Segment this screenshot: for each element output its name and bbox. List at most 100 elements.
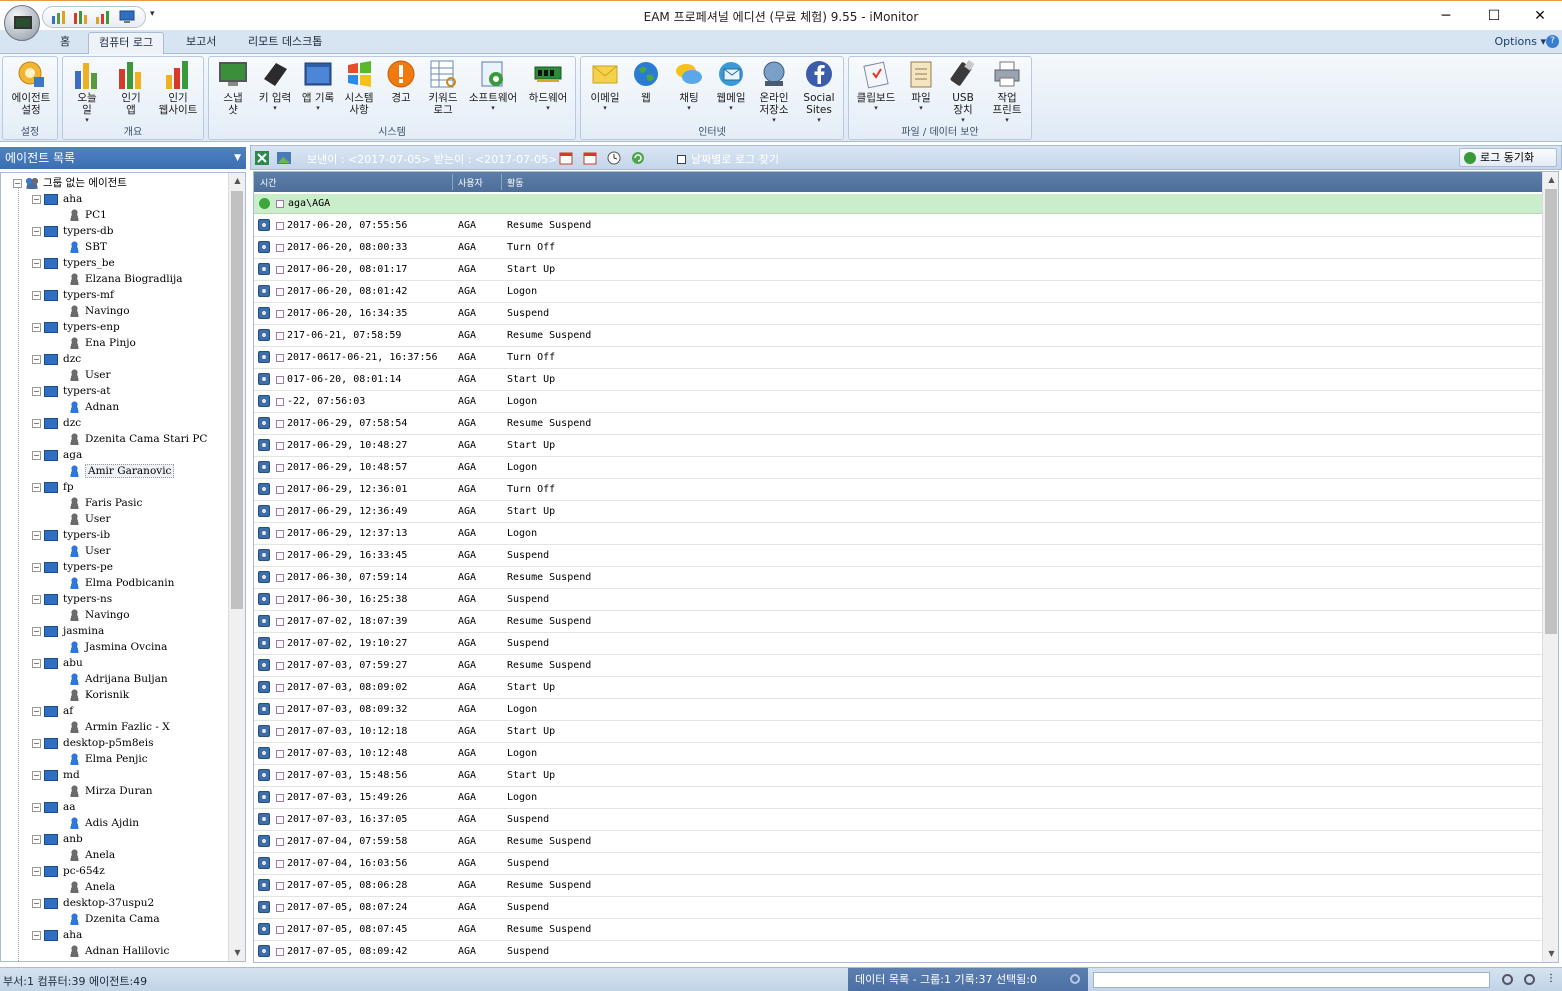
tree-user[interactable]: User <box>69 511 110 527</box>
table-row[interactable]: 2017-07-03, 10:12:48 AGA Logon <box>254 743 1543 765</box>
excel-export-icon[interactable] <box>255 151 269 165</box>
tree-user[interactable]: Dzenita Cama Stari PC <box>69 431 207 447</box>
collapse-icon[interactable]: − <box>32 482 41 492</box>
tree-user[interactable]: Adnan Halilovic <box>69 943 169 959</box>
table-row[interactable]: 2017-07-05, 08:09:42 AGA Suspend <box>254 941 1543 962</box>
column-time[interactable]: 시간 <box>260 176 277 189</box>
table-row[interactable]: 2017-06-20, 08:00:33 AGA Turn Off <box>254 237 1543 259</box>
table-row[interactable]: 2017-07-03, 16:37:05 AGA Suspend <box>254 809 1543 831</box>
tree-user[interactable]: User <box>69 543 110 559</box>
software-button[interactable]: 소프트웨어 ▾ <box>465 59 521 112</box>
expand-icon[interactable] <box>259 198 270 209</box>
tree-user[interactable]: Adrijana Buljan <box>69 671 168 687</box>
row-checkbox[interactable] <box>276 486 284 494</box>
collapse-icon[interactable]: − <box>32 530 41 540</box>
search-by-date-checkbox[interactable]: 날짜별로 로그 찾기 <box>677 151 779 167</box>
tree-computer[interactable]: − aga <box>32 447 82 463</box>
zoom-handle-icon[interactable]: ⋮ <box>1546 973 1556 984</box>
row-checkbox[interactable] <box>276 816 284 824</box>
tree-computer[interactable]: − jasmina <box>32 623 104 639</box>
email-button[interactable]: 이메일 ▾ <box>585 59 625 112</box>
print-jobs-button[interactable]: 작업 프린트 ▾ <box>985 59 1029 124</box>
table-row[interactable]: 2017-07-04, 07:59:58 AGA Resume Suspend <box>254 831 1543 853</box>
table-row[interactable]: 2017-06-20, 16:34:35 AGA Suspend <box>254 303 1543 325</box>
table-row[interactable]: 2017-07-02, 18:07:39 AGA Resume Suspend <box>254 611 1543 633</box>
row-checkbox[interactable] <box>276 222 284 230</box>
collapse-icon[interactable]: − <box>32 626 41 636</box>
web-button[interactable]: 웹 <box>627 59 665 104</box>
tree-computer[interactable]: − typers-db <box>32 223 114 239</box>
table-row[interactable]: 2017-06-30, 07:59:14 AGA Resume Suspend <box>254 567 1543 589</box>
tree-computer[interactable]: − desktop-37uspu2 <box>32 895 154 911</box>
table-row[interactable]: 2017-06-29, 10:48:27 AGA Start Up <box>254 435 1543 457</box>
keyword-log-button[interactable]: 키워드 로그 <box>421 59 465 116</box>
app-logo-icon[interactable] <box>4 5 40 41</box>
row-checkbox[interactable] <box>276 794 284 802</box>
tree-root[interactable]: − 그룹 없는 에이전트 <box>13 175 127 191</box>
refresh-icon[interactable] <box>631 151 645 165</box>
scroll-up-icon[interactable]: ▲ <box>1543 172 1558 188</box>
table-row[interactable]: 2017-07-03, 07:59:27 AGA Resume Suspend <box>254 655 1543 677</box>
table-row[interactable]: 2017-06-30, 16:25:38 AGA Suspend <box>254 589 1543 611</box>
tree-user[interactable]: Mirza Duran <box>69 783 152 799</box>
collapse-icon[interactable]: − <box>32 418 41 428</box>
table-row[interactable]: 2017-07-03, 10:12:18 AGA Start Up <box>254 721 1543 743</box>
tree-user[interactable]: Elma Podbicanin <box>69 575 174 591</box>
table-row[interactable]: 2017-07-05, 08:07:45 AGA Resume Suspend <box>254 919 1543 941</box>
row-checkbox[interactable] <box>276 552 284 560</box>
grid-scrollbar[interactable]: ▲ ▼ <box>1542 172 1558 962</box>
collapse-icon[interactable]: − <box>32 770 41 780</box>
row-checkbox[interactable] <box>276 310 284 318</box>
status-search-input[interactable] <box>1093 972 1490 988</box>
row-checkbox[interactable] <box>276 838 284 846</box>
tree-user[interactable]: User <box>69 367 110 383</box>
collapse-icon[interactable]: − <box>32 594 41 604</box>
close-button[interactable]: ✕ <box>1525 5 1555 27</box>
row-checkbox[interactable] <box>276 728 284 736</box>
collapse-icon[interactable]: − <box>32 898 41 908</box>
tree-user[interactable]: Anela <box>69 847 115 863</box>
table-row[interactable]: 2017-07-05, 08:07:24 AGA Suspend <box>254 897 1543 919</box>
collapse-icon[interactable]: − <box>32 354 41 364</box>
row-checkbox[interactable] <box>276 420 284 428</box>
collapse-icon[interactable]: − <box>32 834 41 844</box>
snapshot-button[interactable]: 스냅 샷 <box>213 59 253 116</box>
tree-user[interactable]: Navingo <box>69 303 130 319</box>
file-button[interactable]: 파일 ▾ <box>901 59 941 112</box>
agent-list-header[interactable]: 에이전트 목록 ▼ <box>0 147 246 169</box>
table-row[interactable]: 2017-06-20, 07:55:56 AGA Resume Suspend <box>254 215 1543 237</box>
tree-computer[interactable]: − typers-ib <box>32 527 110 543</box>
tree-scrollbar[interactable]: ▲ ▼ <box>228 173 245 961</box>
table-row[interactable]: 2017-07-04, 16:03:56 AGA Suspend <box>254 853 1543 875</box>
tree-user[interactable]: Korisnik <box>69 687 129 703</box>
tree-computer[interactable]: − aha <box>32 191 82 207</box>
table-row[interactable]: -22, 07:56:03 AGA Logon <box>254 391 1543 413</box>
table-row[interactable]: 2017-06-29, 12:36:01 AGA Turn Off <box>254 479 1543 501</box>
row-checkbox[interactable] <box>276 200 284 208</box>
tree-user[interactable]: PC1 <box>69 207 107 223</box>
maximize-button[interactable]: ☐ <box>1479 5 1509 27</box>
sync-logs-button[interactable]: 로그 동기화 <box>1459 148 1557 167</box>
zoom-out-icon[interactable] <box>1502 974 1513 985</box>
tree-user[interactable]: Armin Fazlic - X <box>69 719 170 735</box>
row-checkbox[interactable] <box>276 772 284 780</box>
online-storage-button[interactable]: 온라인 저장소 ▾ <box>753 59 795 124</box>
keystrokes-button[interactable]: 키 입력 ▾ <box>255 59 295 112</box>
row-checkbox[interactable] <box>276 640 284 648</box>
calendar-from-icon[interactable] <box>559 151 573 165</box>
row-checkbox[interactable] <box>276 596 284 604</box>
tree-user[interactable]: Elma Penjic <box>69 751 148 767</box>
collapse-icon[interactable]: − <box>32 562 41 572</box>
row-checkbox[interactable] <box>276 750 284 758</box>
tree-computer[interactable]: − desktop-p5m8eis <box>32 735 154 751</box>
row-checkbox[interactable] <box>276 684 284 692</box>
tree-user[interactable]: Anela <box>69 879 115 895</box>
tree-computer[interactable]: − aha <box>32 927 82 943</box>
calendar-to-icon[interactable] <box>583 151 597 165</box>
top-websites-button[interactable]: 인기 웹사이트 <box>155 59 201 116</box>
tree-computer[interactable]: − typers_be <box>32 255 115 271</box>
row-checkbox[interactable] <box>276 948 284 956</box>
hardware-button[interactable]: 하드웨어 ▾ <box>523 59 573 112</box>
group-row[interactable]: aga\AGA <box>254 194 1543 214</box>
scroll-down-icon[interactable]: ▼ <box>229 945 245 961</box>
